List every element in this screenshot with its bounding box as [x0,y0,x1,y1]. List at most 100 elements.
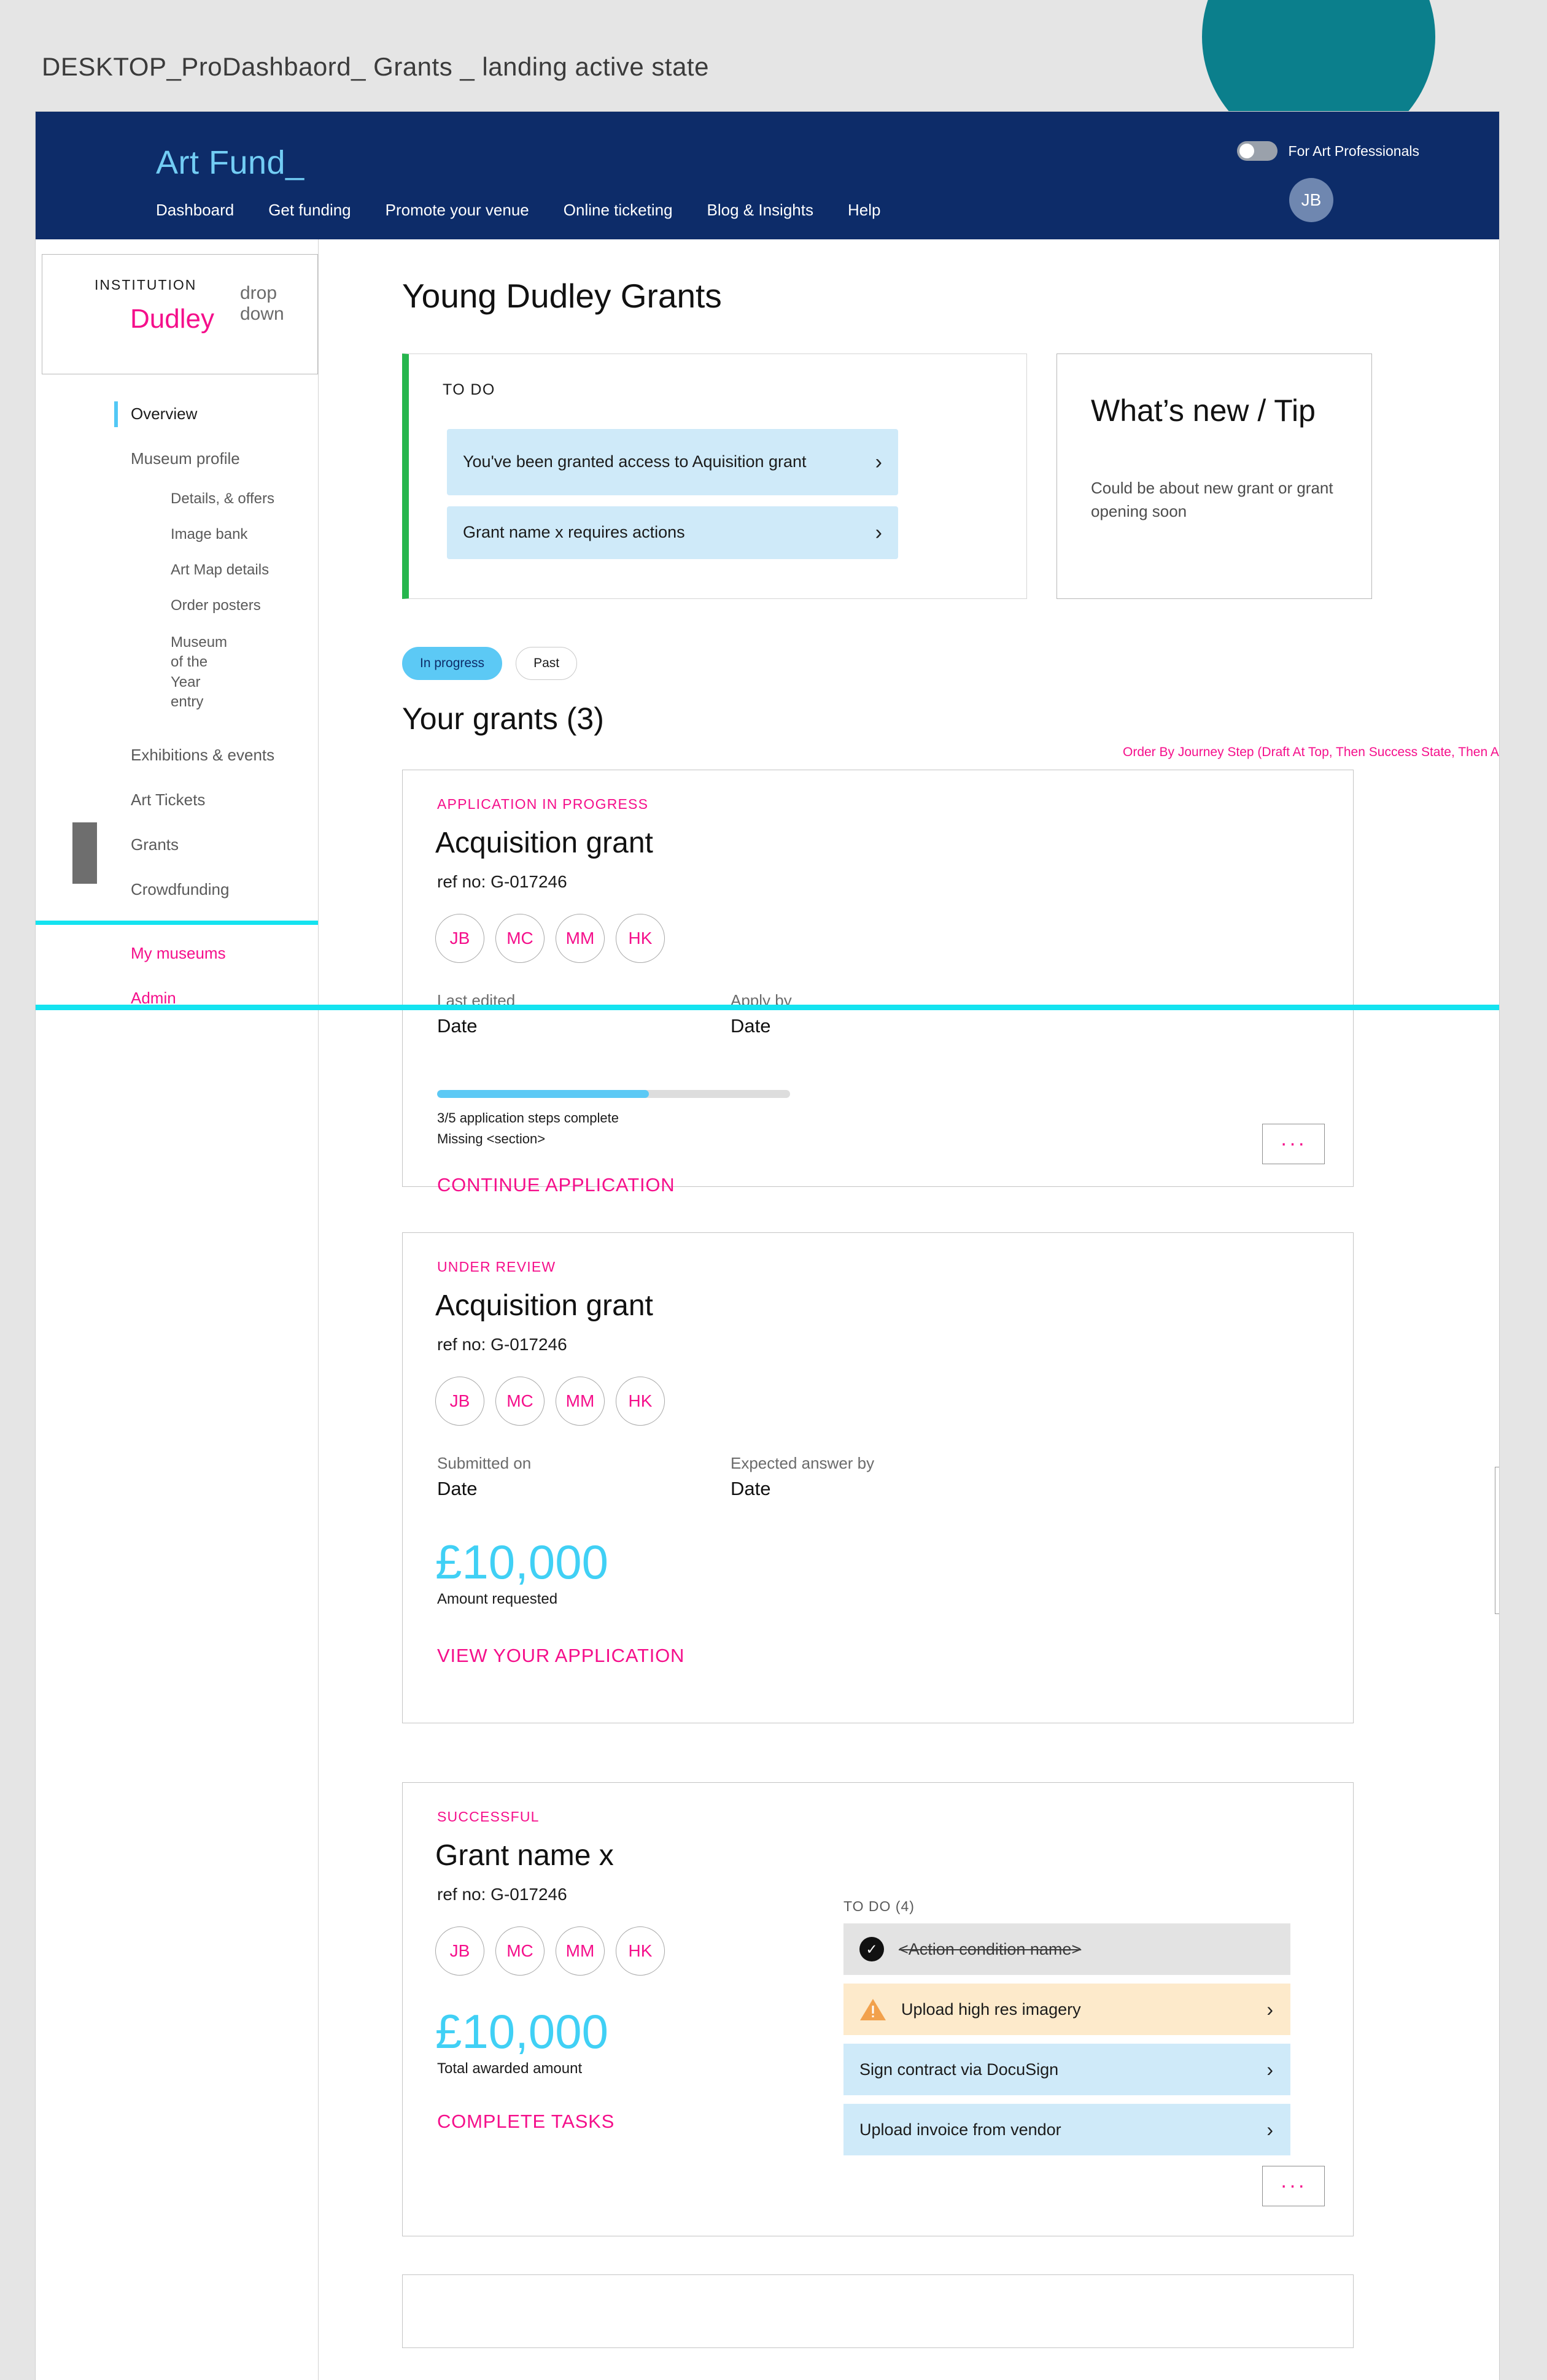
chevron-right-icon: › [1266,2058,1273,2081]
chevron-right-icon: › [1266,2118,1273,2141]
app-window: Art Fund_ Dashboard Get funding Promote … [36,112,1499,2380]
todo-card: TO DO You've been granted access to Aqui… [402,354,1027,599]
nav-item-get-funding[interactable]: Get funding [268,201,351,220]
card-overflow-menu-button[interactable]: ··· [1262,2166,1325,2206]
sidebar-item-my-museums[interactable]: My museums [36,931,318,976]
tab-past[interactable]: Past [516,647,578,680]
sidebar-item-overview[interactable]: Overview [36,392,318,436]
tab-in-progress[interactable]: In progress [402,647,503,680]
whats-new-title: What’s new / Tip [1091,393,1316,428]
meta-label: Expected answer by [731,1454,875,1472]
page-title: Young Dudley Grants [402,277,722,315]
site-header: Art Fund_ Dashboard Get funding Promote … [36,112,1499,239]
primary-navigation: Dashboard Get funding Promote your venue… [156,201,880,220]
grant-title: Grant name x [435,1839,614,1872]
task-panel-heading: TO DO (4) [843,1898,915,1914]
task-list-item[interactable]: Upload high res imagery › [843,1984,1290,2035]
avatar[interactable]: HK [616,1377,665,1426]
todo-list-item[interactable]: You've been granted access to Aquisition… [447,429,898,495]
menu-item-delete-application[interactable]: Delete application [1495,1559,1499,1598]
avatar[interactable]: MM [556,1926,605,1976]
progress-track [437,1090,790,1098]
meta-value: Date [437,1478,478,1499]
for-art-professionals-toggle[interactable]: For Art Professionals [1236,141,1419,161]
status-badge: SUCCESSFUL [437,1809,540,1825]
status-badge: APPLICATION IN PROGRESS [437,796,649,812]
sidebar-item-museum-of-the-year-entry[interactable]: Museum of the Year entry [36,624,227,722]
todo-list-item[interactable]: Grant name x requires actions › [447,506,898,559]
menu-item-contact-us[interactable]: Contact us [1495,1521,1499,1559]
sidebar-item-order-posters[interactable]: Order posters [36,588,318,624]
avatar[interactable]: HK [616,914,665,963]
sidebar-item-art-map-details[interactable]: Art Map details [36,552,318,588]
complete-tasks-button[interactable]: COMPLETE TASKS [437,2111,615,2133]
menu-item-invite-colleague[interactable]: Invite colleague [1495,1483,1499,1521]
grant-card-in-progress: APPLICATION IN PROGRESS Acquisition gran… [402,770,1354,1196]
sidebar-item-museum-profile[interactable]: Museum profile [36,436,318,481]
task-list-item[interactable]: Upload invoice from vendor › [843,2104,1290,2155]
cyan-guideline [36,1005,1499,1010]
sidebar-divider [36,920,318,925]
avatar[interactable]: JB [435,1377,484,1426]
sidebar-item-admin[interactable]: Admin [36,976,318,1021]
avatar[interactable]: MM [556,1377,605,1426]
whats-new-body: Could be about new grant or grant openin… [1091,479,1333,520]
nav-item-blog-and-insights[interactable]: Blog & Insights [707,201,813,220]
grant-ref-number: ref no: G-017246 [437,872,567,891]
your-grants-heading: Your grants (3) [402,701,604,736]
continue-application-button[interactable]: CONTINUE APPLICATION [437,1174,675,1196]
nav-item-help[interactable]: Help [848,201,880,220]
avatar[interactable]: MC [495,1926,545,1976]
grant-filter-tabs: In progress Past [402,647,1499,680]
toggle-label: For Art Professionals [1288,142,1419,159]
avatar[interactable]: JB [1289,178,1333,222]
main-content: Young Dudley Grants TO DO You've been gr… [319,239,1499,2380]
page-body: INSTITUTION drop down Dudley Overview Mu… [36,239,1499,2380]
nav-item-dashboard[interactable]: Dashboard [156,201,234,220]
sidebar-item-grants[interactable]: Grants [36,822,318,867]
grant-card-successful: SUCCESSFUL Grant name x ref no: G-017246… [402,1782,1354,2236]
sidebar-item-art-tickets[interactable]: Art Tickets [36,778,318,822]
toggle-switch[interactable] [1236,141,1278,161]
art-fund-logo[interactable]: Art Fund_ [156,144,304,182]
sidebar-item-image-bank[interactable]: Image bank [36,517,318,552]
nav-item-online-ticketing[interactable]: Online ticketing [564,201,673,220]
view-your-application-button[interactable]: VIEW YOUR APPLICATION [437,1645,684,1667]
meta-apply-by: Apply by Date [731,991,1024,1037]
amount-label: Amount requested [437,1591,558,1607]
chevron-right-icon: › [875,450,882,474]
meta-value: Date [437,1015,478,1037]
sidebar-item-crowdfunding[interactable]: Crowdfunding [36,867,318,912]
avatar[interactable]: JB [435,1926,484,1976]
todo-card-title: TO DO [443,381,495,398]
task-list-item[interactable]: ✓ <Action condition name> [843,1923,1290,1975]
grant-card-partial [402,2274,1354,2348]
meta-label: Submitted on [437,1454,532,1472]
order-by-journey-note: Order By Journey Step (Draft At Top, The… [1123,745,1499,759]
meta-value: Date [731,1478,771,1499]
grant-meta-row: Last edited Date Apply by Date [437,991,1353,1037]
avatar[interactable]: HK [616,1926,665,1976]
todo-item-text: You've been granted access to Aquisition… [463,452,807,471]
task-label: Upload invoice from vendor [859,2120,1061,2139]
card-overflow-menu-button[interactable]: ··· [1262,1124,1325,1164]
task-label: Sign contract via DocuSign [859,2060,1059,2079]
grant-title: Acquisition grant [435,827,653,859]
progress-steps-text: 3/5 application steps complete [437,1110,619,1126]
institution-selector[interactable]: INSTITUTION drop down Dudley [42,254,318,374]
sidebar-navigation: Overview Museum profile Details, & offer… [36,392,318,1021]
sidebar-item-exhibitions-and-events[interactable]: Exhibitions & events [36,733,318,778]
avatar[interactable]: MM [556,914,605,963]
application-progress: 3/5 application steps complete Missing <… [437,1090,1353,1147]
grant-meta-row: Submitted on Date Expected answer by Dat… [437,1454,1353,1500]
chevron-right-icon: › [1266,1998,1273,2020]
avatar[interactable]: MC [495,1377,545,1426]
nav-item-promote-your-venue[interactable]: Promote your venue [386,201,529,220]
top-cards-row: TO DO You've been granted access to Aqui… [402,354,1499,599]
avatar[interactable]: MC [495,914,545,963]
grant-ref-number: ref no: G-017246 [437,1335,567,1354]
task-label: Upload high res imagery [901,1999,1081,2019]
avatar[interactable]: JB [435,914,484,963]
sidebar-item-details-and-offers[interactable]: Details, & offers [36,481,318,517]
task-list-item[interactable]: Sign contract via DocuSign › [843,2044,1290,2095]
